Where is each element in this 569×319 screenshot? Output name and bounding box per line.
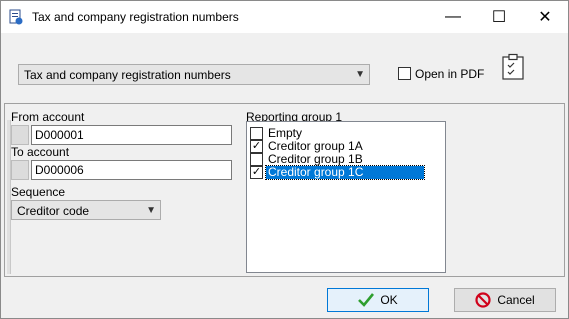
list-item-checkbox[interactable]	[250, 153, 263, 166]
cancel-button-label: Cancel	[497, 293, 535, 307]
checkmark-icon	[358, 293, 375, 307]
clipboard-checklist-icon[interactable]	[500, 53, 526, 81]
open-in-pdf-checkbox[interactable]	[398, 67, 411, 80]
chevron-down-icon: ▼	[146, 205, 156, 216]
report-select-value: Tax and company registration numbers	[24, 68, 231, 82]
list-item-checkbox[interactable]: ✓	[250, 166, 263, 179]
from-account-lookup[interactable]	[11, 125, 29, 145]
ok-button[interactable]: OK	[327, 288, 429, 312]
sequence-label: Sequence	[11, 185, 66, 199]
to-account-lookup[interactable]	[11, 160, 29, 180]
no-entry-icon	[475, 292, 491, 308]
report-select[interactable]: Tax and company registration numbers ▼	[18, 64, 370, 85]
dialog-window: Tax and company registration numbers — ☐…	[0, 0, 569, 319]
ok-button-label: OK	[380, 293, 398, 307]
sequence-select-value: Creditor code	[17, 204, 90, 218]
sequence-select[interactable]: Creditor code ▼	[11, 200, 161, 220]
from-account-input[interactable]: D000001	[31, 125, 232, 145]
window-title: Tax and company registration numbers	[32, 10, 239, 24]
to-account-label: To account	[11, 145, 70, 159]
title-bar[interactable]: Tax and company registration numbers — ☐…	[1, 1, 568, 33]
open-in-pdf-label[interactable]: Open in PDF	[415, 67, 484, 81]
list-item-checkbox[interactable]: ✓	[250, 140, 263, 153]
report-app-icon	[9, 9, 23, 25]
cancel-button[interactable]: Cancel	[454, 288, 556, 312]
minimize-button[interactable]: —	[430, 1, 476, 33]
list-item-checkbox[interactable]	[250, 127, 263, 140]
maximize-button[interactable]: ☐	[476, 1, 522, 33]
chevron-down-icon: ▼	[355, 69, 365, 80]
list-item-label: Creditor group 1C	[265, 165, 425, 180]
close-button[interactable]: ✕	[522, 1, 568, 33]
to-account-input[interactable]: D000006	[31, 160, 232, 180]
reporting-group-list[interactable]: Empty ✓ Creditor group 1A Creditor group…	[246, 121, 446, 273]
from-account-label: From account	[11, 110, 85, 124]
